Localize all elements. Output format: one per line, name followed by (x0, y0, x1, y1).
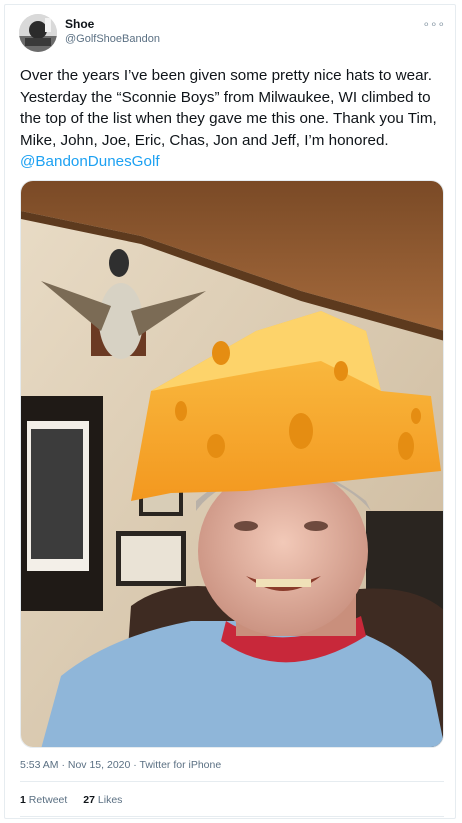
likes-stat[interactable]: 27 Likes (83, 794, 122, 806)
tweet-text: Over the years I’ve been given some pret… (20, 65, 445, 173)
tweet-time[interactable]: 5:53 AM (20, 759, 59, 771)
tweet-meta: 5:53 AM · Nov 15, 2020 · Twitter for iPh… (20, 759, 221, 771)
tweet-source[interactable]: Twitter for iPhone (140, 759, 222, 771)
likes-count: 27 (83, 794, 95, 806)
tweet-date[interactable]: Nov 15, 2020 (68, 759, 130, 771)
tweet-photo[interactable] (20, 180, 444, 748)
retweet-count: 1 (20, 794, 26, 806)
likes-label: Likes (97, 794, 123, 806)
retweet-label: Retweet (28, 794, 68, 806)
meta-separator: · (130, 759, 140, 771)
author-name[interactable]: Shoe (65, 17, 94, 31)
tweet-stats: 1 Retweet 27 Likes (20, 794, 138, 806)
mention-link[interactable]: @BandonDunesGolf (20, 153, 160, 170)
meta-separator: · (58, 759, 68, 771)
tweet-body: Over the years I’ve been given some pret… (20, 67, 437, 149)
avatar-image (19, 14, 57, 52)
avatar[interactable] (19, 14, 57, 52)
tweet-card: Shoe @GolfShoeBandon ∘∘∘ Over the years … (4, 4, 456, 819)
divider (20, 816, 444, 817)
author-handle[interactable]: @GolfShoeBandon (65, 33, 160, 45)
photo-cheesehead-man (21, 181, 443, 747)
divider (20, 781, 444, 782)
retweet-stat[interactable]: 1 Retweet (20, 794, 67, 806)
more-options-icon[interactable]: ∘∘∘ (422, 17, 445, 31)
